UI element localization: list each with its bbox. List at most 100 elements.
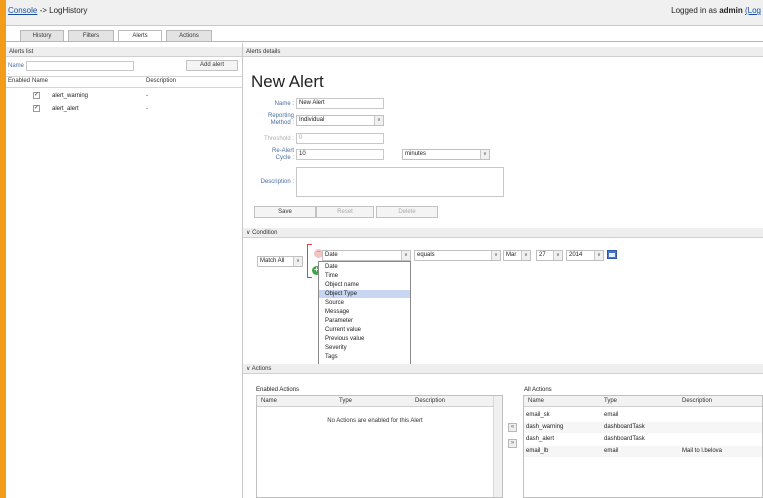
action-type: dashboardTask: [604, 424, 645, 430]
condition-field-select[interactable]: Date ∨: [322, 250, 411, 261]
actions-title: Actions: [251, 366, 272, 372]
breadcrumb-console-link[interactable]: Console: [8, 6, 37, 15]
description-label: Description :: [260, 179, 294, 185]
move-right-button[interactable]: »: [508, 439, 517, 448]
dropdown-option-tags[interactable]: Tags: [319, 353, 410, 361]
alert-enabled-checkbox[interactable]: ✓: [33, 92, 40, 99]
date-day-select[interactable]: 27 ∨: [536, 250, 563, 261]
date-month-value: Mar: [506, 252, 517, 258]
dropdown-option-object-type[interactable]: Object Type: [319, 290, 410, 298]
tab-history[interactable]: History: [20, 30, 64, 41]
dropdown-option-object-name[interactable]: Object name: [319, 281, 410, 289]
condition-field-value: Date: [325, 252, 338, 258]
dropdown-option-message[interactable]: Message: [319, 308, 410, 316]
delete-button[interactable]: Delete: [376, 206, 438, 218]
match-mode-select[interactable]: Match All ∨: [257, 256, 303, 267]
page-title: New Alert: [251, 72, 324, 91]
enabled-col-type[interactable]: Type: [339, 397, 352, 406]
panel-divider: [242, 43, 243, 498]
threshold-field[interactable]: 0: [296, 133, 384, 144]
threshold-label: Threshold :: [263, 136, 294, 142]
dropdown-option-parameter[interactable]: Parameter: [319, 317, 410, 325]
login-prefix: Logged in as: [671, 6, 717, 15]
condition-header[interactable]: ∨ Condition: [243, 228, 763, 238]
alert-description: -: [146, 106, 148, 112]
login-status: Logged in as admin (Log: [671, 6, 761, 15]
table-row[interactable]: dash_alert dashboardTask: [524, 434, 762, 445]
actions-header[interactable]: ∨ Actions: [243, 364, 763, 374]
calendar-icon[interactable]: [607, 250, 617, 259]
match-mode-value: Match All: [260, 258, 285, 264]
reporting-method-label-1: Reporting: [267, 113, 294, 119]
condition-operator-value: equals: [417, 252, 435, 258]
all-col-name[interactable]: Name: [528, 397, 544, 406]
enabled-col-description[interactable]: Description: [415, 397, 445, 406]
dropdown-option-previous-value[interactable]: Previous value: [319, 335, 410, 343]
all-col-description[interactable]: Description: [682, 397, 712, 406]
enabled-col-name[interactable]: Name: [261, 397, 277, 406]
chevron-down-icon: ∨: [480, 150, 489, 159]
condition-title: Condition: [252, 230, 278, 236]
realert-label-2: Cycle :: [275, 155, 294, 161]
dropdown-option-severity[interactable]: Severity: [319, 344, 410, 352]
chevron-down-icon: ∨: [521, 251, 530, 260]
chevron-down-icon: ∨: [401, 251, 410, 260]
chevron-down-icon: ∨: [293, 257, 302, 266]
action-name: email_lb: [526, 448, 549, 454]
date-day-value: 27: [539, 252, 546, 258]
col-description[interactable]: Description: [146, 77, 176, 86]
breadcrumb-current: -> LogHistory: [39, 6, 88, 15]
scrollbar[interactable]: [493, 396, 502, 497]
save-button[interactable]: Save: [254, 206, 316, 218]
breadcrumb: Console -> LogHistory: [8, 6, 87, 15]
dropdown-option-current-value[interactable]: Current value: [319, 326, 410, 334]
chevron-down-icon: ∨: [491, 251, 500, 260]
tab-actions[interactable]: Actions: [166, 30, 212, 41]
alert-name-label: Name :: [274, 101, 294, 107]
enabled-actions-title: Enabled Actions: [256, 387, 300, 393]
date-year-value: 2014: [569, 252, 583, 258]
date-month-select[interactable]: Mar ∨: [503, 250, 531, 261]
reporting-method-select[interactable]: Individual ∨: [296, 115, 384, 126]
col-name[interactable]: Name: [32, 77, 48, 86]
alerts-name-label: Name :: [8, 63, 25, 76]
move-left-button[interactable]: «: [508, 423, 517, 432]
enabled-actions-empty: No Actions are enabled for this Alert: [327, 418, 423, 424]
alert-name[interactable]: alert_warning: [52, 93, 88, 100]
alert-enabled-checkbox[interactable]: ✓: [33, 105, 40, 112]
logout-link[interactable]: (Log: [745, 6, 761, 15]
chevron-down-icon: ∨: [594, 251, 603, 260]
condition-field-dropdown: Date Time Object name Object Type Source…: [318, 261, 411, 369]
dropdown-option-time[interactable]: Time: [319, 272, 410, 280]
table-row[interactable]: email_lb email Mail to l.belova: [524, 446, 762, 457]
dropdown-option-date[interactable]: Date: [319, 263, 410, 271]
alerts-list-header: Alerts list: [6, 47, 242, 57]
alerts-name-filter-input[interactable]: [26, 61, 134, 71]
action-type: email: [604, 412, 619, 418]
table-row[interactable]: dash_warning dashboardTask: [524, 422, 762, 433]
action-name: dash_alert: [526, 436, 555, 442]
all-actions-table: Name Type Description email_sk email das…: [523, 395, 763, 498]
dropdown-option-source[interactable]: Source: [319, 299, 410, 307]
realert-cycle-field[interactable]: 10: [296, 149, 384, 160]
alert-name[interactable]: alert_alert: [52, 106, 79, 113]
add-alert-button[interactable]: Add alert: [186, 60, 238, 71]
action-description: Mail to l.belova: [682, 448, 723, 454]
reset-button[interactable]: Reset: [316, 206, 374, 218]
reporting-method-label-2: Method :: [270, 120, 294, 126]
date-year-select[interactable]: 2014 ∨: [566, 250, 604, 261]
alerts-details-header: Alerts details: [243, 47, 763, 57]
condition-operator-select[interactable]: equals ∨: [414, 250, 501, 261]
tab-filters[interactable]: Filters: [68, 30, 114, 41]
alert-name-field[interactable]: New Alert: [296, 98, 384, 109]
chevron-down-icon: ∨: [374, 116, 383, 125]
description-textarea[interactable]: [296, 167, 504, 197]
login-user: admin: [719, 6, 743, 15]
alert-description: -: [146, 93, 148, 99]
table-row[interactable]: email_sk email: [524, 410, 762, 421]
chevron-down-icon: ∨: [553, 251, 562, 260]
realert-label-1: Re-Alert: [271, 148, 294, 154]
realert-unit-select[interactable]: minutes ∨: [402, 149, 490, 160]
col-enabled[interactable]: Enabled: [8, 77, 30, 86]
all-col-type[interactable]: Type: [604, 397, 617, 406]
